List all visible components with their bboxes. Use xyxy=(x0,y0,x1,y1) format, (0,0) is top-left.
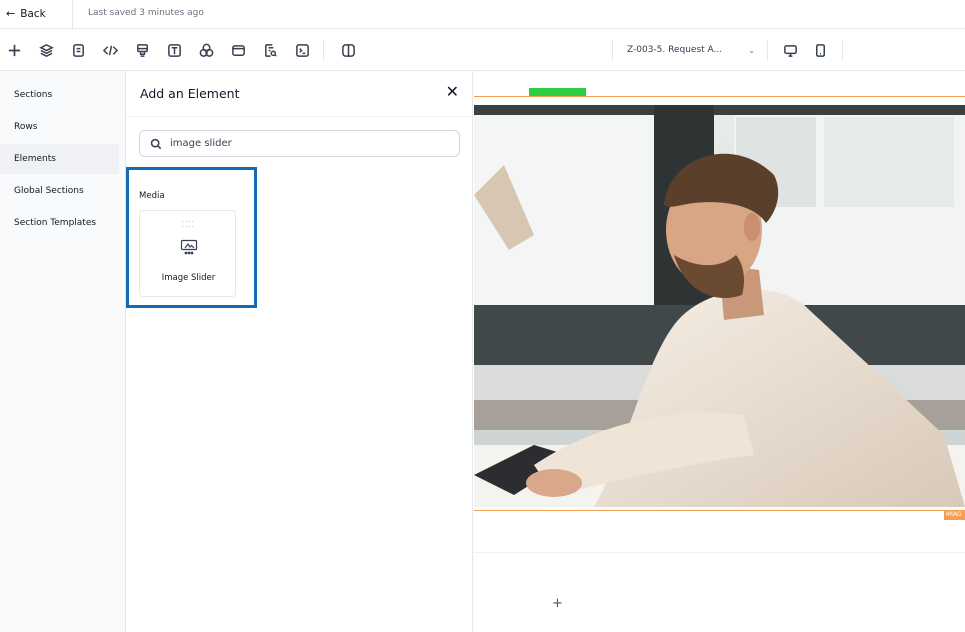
page-search-icon[interactable] xyxy=(258,38,282,62)
hero-image[interactable] xyxy=(474,105,965,507)
panel-title: Add an Element xyxy=(140,86,240,101)
mobile-icon[interactable] xyxy=(806,36,834,64)
back-button[interactable]: ← Back xyxy=(6,7,46,20)
nav-item-label: Global Sections xyxy=(14,186,84,196)
nav-item-global-sections[interactable]: Global Sections xyxy=(0,176,119,206)
nav-item-label: Elements xyxy=(14,154,56,164)
add-element-panel: Add an Element ✕ Media ········ Image Sl… xyxy=(126,71,473,632)
nav-item-elements[interactable]: Elements xyxy=(0,144,119,174)
nav-item-label: Section Templates xyxy=(14,218,97,228)
element-type-tag[interactable]: IMAG xyxy=(944,510,965,520)
window-icon[interactable] xyxy=(226,38,250,62)
last-saved-status: Last saved 3 minutes ago xyxy=(88,8,204,18)
toolbar-divider xyxy=(612,40,613,60)
office-photo xyxy=(474,105,965,507)
row-outline-bottom xyxy=(474,510,965,511)
page-canvas: IMAG + xyxy=(474,71,965,632)
columns-icon[interactable] xyxy=(336,38,360,62)
image-slider-element-card[interactable]: ···· ···· Image Slider xyxy=(139,210,236,297)
editor-toolbar: Z-003-5. Request A... ⌄ xyxy=(0,30,965,71)
chevron-down-icon: ⌄ xyxy=(748,45,755,55)
page-select[interactable]: Z-003-5. Request A... ⌄ xyxy=(617,37,763,63)
add-row-button[interactable]: + xyxy=(552,596,563,611)
nav-item-label: Rows xyxy=(14,122,38,132)
toolbar-divider xyxy=(323,40,324,60)
row-outline-top xyxy=(474,96,965,97)
back-label: Back xyxy=(20,7,46,20)
close-icon[interactable]: ✕ xyxy=(446,84,459,100)
stamp-icon[interactable] xyxy=(130,38,154,62)
text-icon[interactable] xyxy=(162,38,186,62)
plus-icon[interactable] xyxy=(2,38,26,62)
top-bar: ← Back Last saved 3 minutes ago xyxy=(0,0,965,29)
drag-handle-icon[interactable]: ···· ···· xyxy=(182,219,195,231)
search-icon xyxy=(150,138,162,149)
page-icon[interactable] xyxy=(66,38,90,62)
left-nav: Sections Rows Elements Global Sections S… xyxy=(0,71,126,632)
toolbar-divider xyxy=(767,40,768,60)
desktop-icon[interactable] xyxy=(776,36,804,64)
section-handle[interactable] xyxy=(529,88,586,96)
nav-item-sections[interactable]: Sections xyxy=(0,80,119,110)
nav-item-rows[interactable]: Rows xyxy=(0,112,119,142)
toolbar-divider xyxy=(842,40,843,60)
panel-header: Add an Element ✕ xyxy=(126,71,473,117)
topbar-divider xyxy=(72,0,73,29)
code-icon[interactable] xyxy=(98,38,122,62)
element-search[interactable] xyxy=(139,130,460,157)
image-slider-icon xyxy=(180,239,198,255)
arrow-left-icon: ← xyxy=(6,7,16,20)
search-input[interactable] xyxy=(170,138,450,149)
colors-icon[interactable] xyxy=(194,38,218,62)
nav-item-section-templates[interactable]: Section Templates xyxy=(0,208,119,238)
layers-icon[interactable] xyxy=(34,38,58,62)
terminal-icon[interactable] xyxy=(290,38,314,62)
nav-item-label: Sections xyxy=(14,90,53,100)
page-select-value: Z-003-5. Request A... xyxy=(627,45,723,55)
group-label-media: Media xyxy=(139,191,165,201)
element-card-label: Image Slider xyxy=(161,273,216,283)
section-divider xyxy=(474,552,965,553)
